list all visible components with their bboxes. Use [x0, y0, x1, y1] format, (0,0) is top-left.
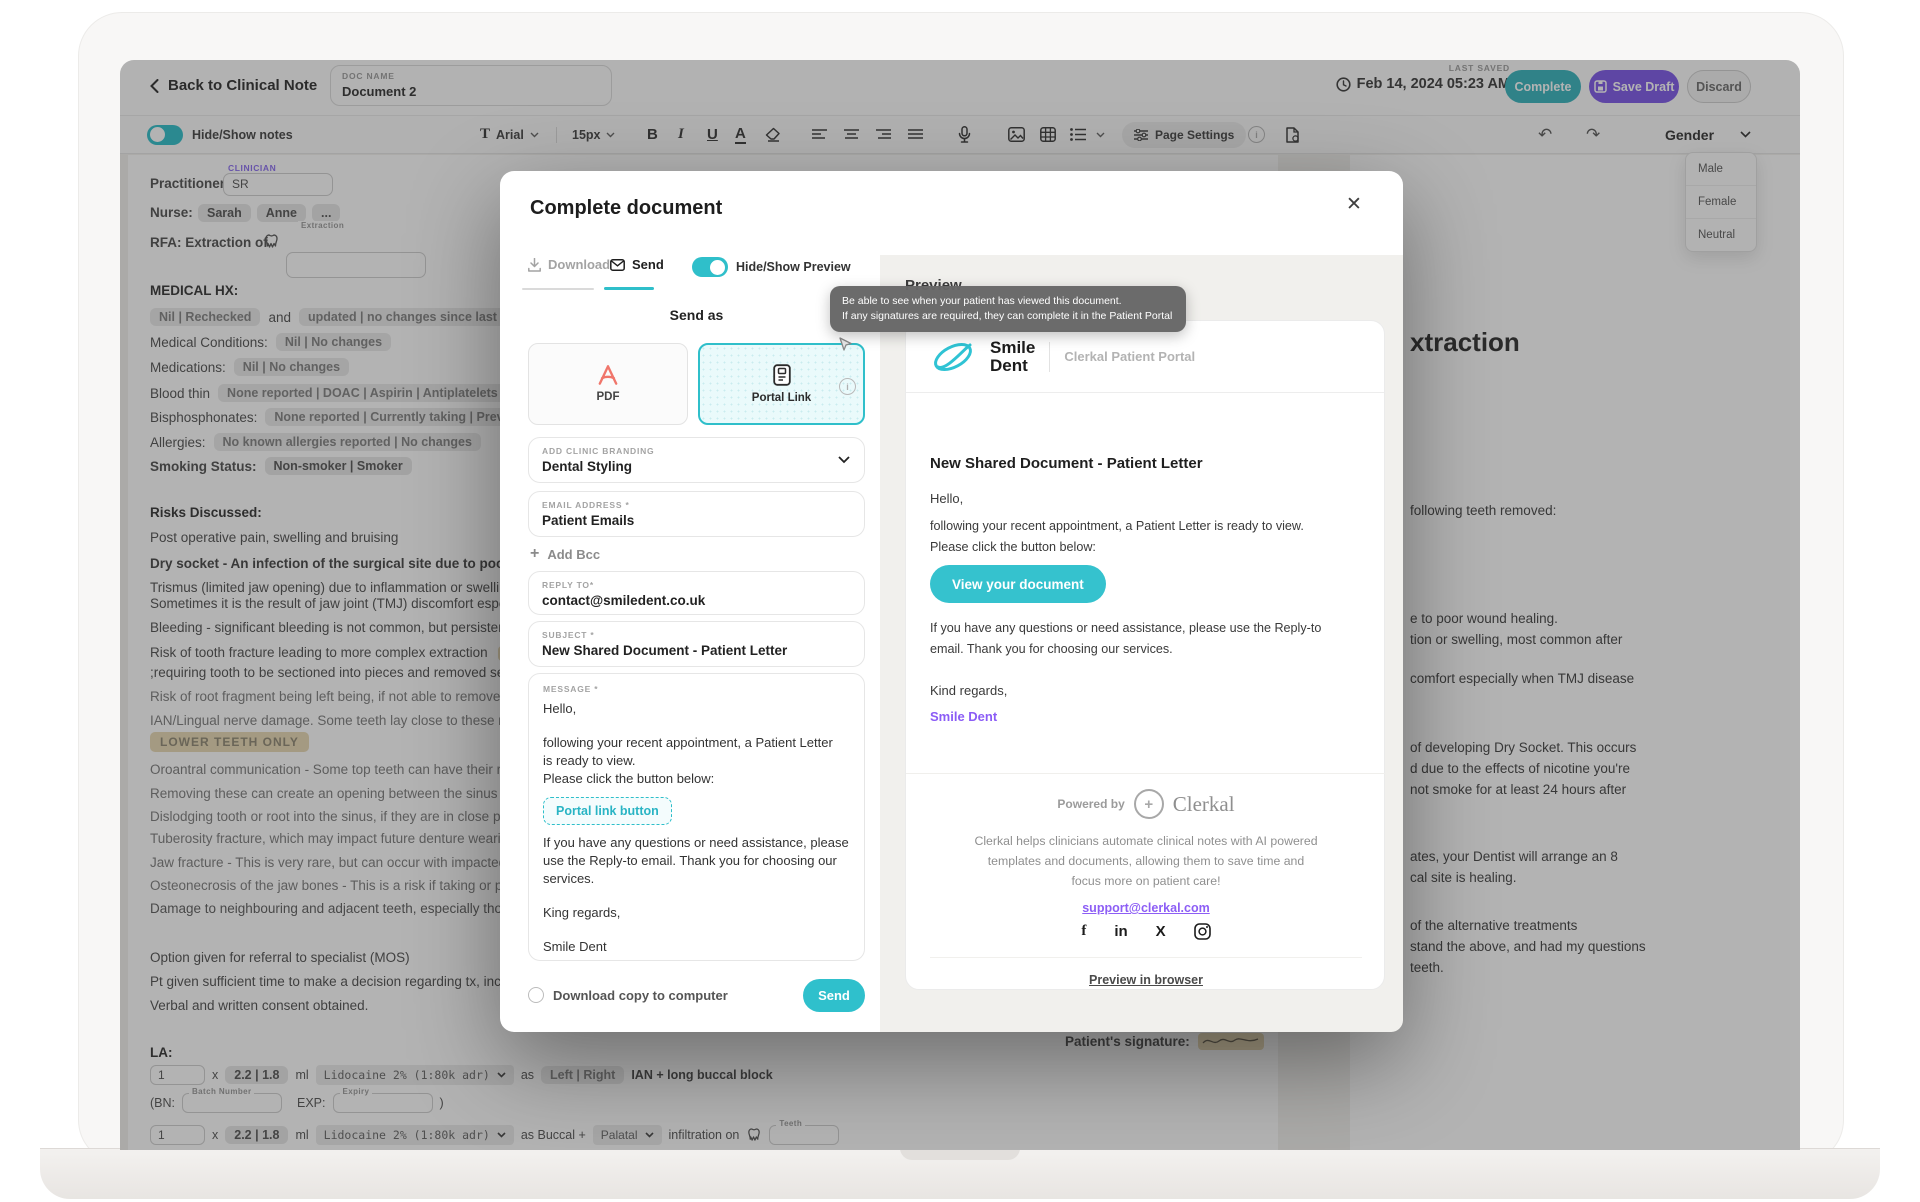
email-heading: New Shared Document - Patient Letter [930, 455, 1203, 472]
message-line: King regards, [543, 904, 850, 922]
portal-link-button-chip[interactable]: Portal link button [543, 797, 672, 825]
hide-show-preview-label: Hide/Show Preview [736, 260, 851, 274]
message-line: Hello, [543, 700, 850, 718]
divider [930, 957, 1362, 958]
send-as-heading: Send as [528, 307, 865, 323]
tab-send[interactable]: Send [610, 257, 664, 272]
instagram-icon[interactable] [1194, 923, 1211, 940]
message-line: If you have any questions or need assist… [543, 834, 850, 852]
linkedin-icon[interactable]: in [1114, 923, 1127, 940]
portal-link-icon [773, 364, 791, 386]
divider [906, 773, 1386, 774]
download-icon [528, 258, 541, 272]
message-line: Smile Dent [543, 938, 850, 956]
email-address-field[interactable]: EMAIL ADDRESS * Patient Emails [528, 491, 865, 537]
email-signature: Smile Dent [930, 709, 997, 724]
complete-document-modal: Complete document ✕ Download Send Hide/S… [500, 171, 1403, 1032]
tab-download[interactable]: Download [528, 257, 610, 272]
send-as-portal-link-card[interactable]: Portal Link i [698, 343, 865, 425]
social-icons-row: f in X [906, 923, 1386, 940]
preview-in-browser-link[interactable]: Preview in browser [1089, 973, 1203, 987]
email-line: Hello, [930, 491, 963, 506]
email-line: If you have any questions or need assist… [930, 621, 1321, 635]
support-email-link[interactable]: support@clerkal.com [1082, 901, 1210, 915]
close-icon[interactable]: ✕ [1346, 193, 1362, 215]
email-line: Please click the button below: [930, 540, 1096, 554]
preview-in-browser-row: Preview in browser [906, 971, 1386, 989]
email-line: Kind regards, [930, 683, 1007, 698]
modal-title: Complete document [530, 197, 722, 220]
clerkal-wordmark: Clerkal [1173, 792, 1235, 817]
email-line: following your recent appointment, a Pat… [930, 519, 1304, 533]
message-line: is ready to view. [543, 752, 850, 770]
clerkal-logo-icon: + [1134, 789, 1164, 819]
subject-field[interactable]: SUBJECT * New Shared Document - Patient … [528, 621, 865, 667]
radio-icon [528, 987, 544, 1003]
powered-by-row: Powered by + Clerkal [906, 789, 1386, 819]
pdf-icon [597, 365, 619, 385]
envelope-icon [610, 259, 625, 271]
view-your-document-button[interactable]: View your document [930, 565, 1106, 603]
message-field[interactable]: MESSAGE * Hello, following your recent a… [528, 673, 865, 961]
plus-icon: + [530, 545, 539, 563]
download-copy-option[interactable]: Download copy to computer [528, 987, 728, 1003]
email-line: email. Thank you for choosing our servic… [930, 642, 1173, 656]
clinic-branding-select[interactable]: ADD CLINIC BRANDING Dental Styling [528, 437, 865, 483]
message-line: services. [543, 870, 850, 888]
hide-show-preview-toggle[interactable] [692, 257, 728, 277]
add-bcc-button[interactable]: + Add Bcc [530, 545, 600, 563]
x-icon[interactable]: X [1156, 923, 1166, 940]
preview-tooltip: Be able to see when your patient has vie… [830, 286, 1186, 332]
tab-underline [522, 288, 594, 290]
message-line: use the Reply-to email. Thank you for ch… [543, 852, 850, 870]
smile-dent-logo [930, 337, 976, 377]
portal-info-icon[interactable]: i [839, 378, 856, 395]
send-button[interactable]: Send [803, 979, 865, 1012]
footer-description: Clerkal helps clinicians automate clinic… [906, 831, 1386, 891]
divider [1049, 342, 1050, 372]
message-line: Please click the button below: [543, 770, 850, 788]
support-link-row: support@clerkal.com [906, 899, 1386, 917]
reply-to-field[interactable]: REPLY TO* contact@smiledent.co.uk [528, 571, 865, 615]
portal-name: Clerkal Patient Portal [1064, 349, 1195, 364]
active-tab-underline [604, 287, 654, 290]
cursor-icon [838, 337, 853, 352]
message-line: following your recent appointment, a Pat… [543, 734, 850, 752]
send-as-pdf-card[interactable]: PDF [528, 343, 688, 425]
chevron-down-icon [838, 456, 850, 464]
facebook-icon[interactable]: f [1081, 923, 1086, 940]
email-preview-card: SmileDent Clerkal Patient Portal New Sha… [905, 320, 1385, 990]
app-screen: Back to Clinical Note DOC NAME Document … [120, 60, 1800, 1150]
